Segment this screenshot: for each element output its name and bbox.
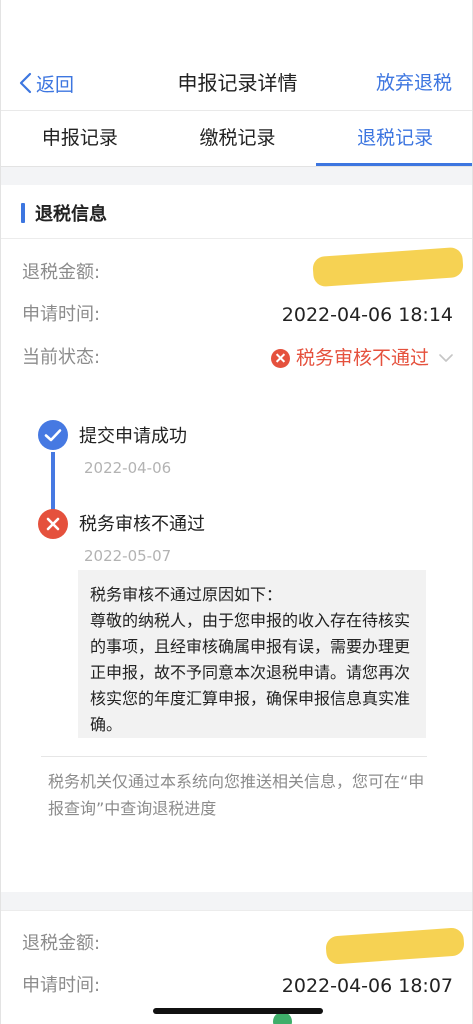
- application-time-row: 申请时间: 2022-04-06 18:14: [1, 300, 472, 330]
- tab-declaration-records[interactable]: 申报记录: [1, 111, 159, 166]
- timeline-step-date: 2022-05-07: [84, 547, 172, 565]
- section-header: 退税信息: [1, 195, 472, 231]
- section-spacer: [1, 167, 472, 185]
- timeline-step-title: 提交申请成功: [79, 426, 187, 447]
- application-time-label: 申请时间:: [22, 304, 101, 325]
- section-divider: [1, 238, 472, 239]
- timeline-step-title: 税务审核不通过: [79, 514, 205, 535]
- screen: 返回 申报记录详情 放弃退税 申报记录 缴税记录 退税记录 退税信息 退税金额:…: [0, 0, 473, 1024]
- chevron-down-icon: [439, 354, 453, 362]
- status-text: 税务审核不通过: [295, 347, 429, 369]
- tab-refund-records[interactable]: 退税记录: [316, 111, 472, 166]
- section-title: 退税信息: [35, 204, 107, 225]
- timeline-connector: [51, 452, 55, 510]
- application-time-row: 申请时间: 2022-04-06 18:07: [1, 971, 472, 1001]
- record-spacer: [1, 892, 472, 910]
- application-time-value: 2022-04-06 18:14: [281, 304, 453, 326]
- notice-text: 税务机关仅通过本系统向您推送相关信息，您可在“申报查询”中查询退税进度: [48, 772, 425, 818]
- home-indicator[interactable]: [153, 1008, 323, 1014]
- abandon-refund-button[interactable]: 放弃退税: [376, 68, 452, 98]
- application-time-value: 2022-04-06 18:07: [281, 975, 453, 997]
- refund-amount-label: 退税金额:: [22, 262, 101, 283]
- current-status-label: 当前状态:: [22, 347, 101, 368]
- nav-bar: 返回 申报记录详情 放弃退税: [1, 58, 472, 108]
- application-time-label: 申请时间:: [22, 975, 101, 996]
- check-circle-icon: [38, 420, 68, 450]
- rejection-reason-text: 税务审核不通过原因如下： 尊敬的纳税人，由于您申报的收入存在待核实的事项，且经审…: [90, 585, 411, 734]
- refund-amount-label: 退税金额:: [22, 933, 101, 954]
- status-value[interactable]: 税务审核不通过: [270, 343, 453, 373]
- tab-bar: 申报记录 缴税记录 退税记录: [1, 111, 472, 166]
- section-accent-bar: [21, 203, 25, 223]
- current-status-row[interactable]: 当前状态: 税务审核不通过: [1, 343, 472, 373]
- timeline-step-date: 2022-04-06: [84, 459, 172, 477]
- tab-tax-payment-records[interactable]: 缴税记录: [159, 111, 317, 166]
- close-circle-icon: [38, 509, 68, 539]
- error-circle-icon: [270, 348, 290, 368]
- rejection-reason-box: 税务审核不通过原因如下： 尊敬的纳税人，由于您申报的收入存在待核实的事项，且经审…: [78, 570, 426, 738]
- notice-divider: [41, 756, 427, 757]
- record-divider: [1, 910, 472, 911]
